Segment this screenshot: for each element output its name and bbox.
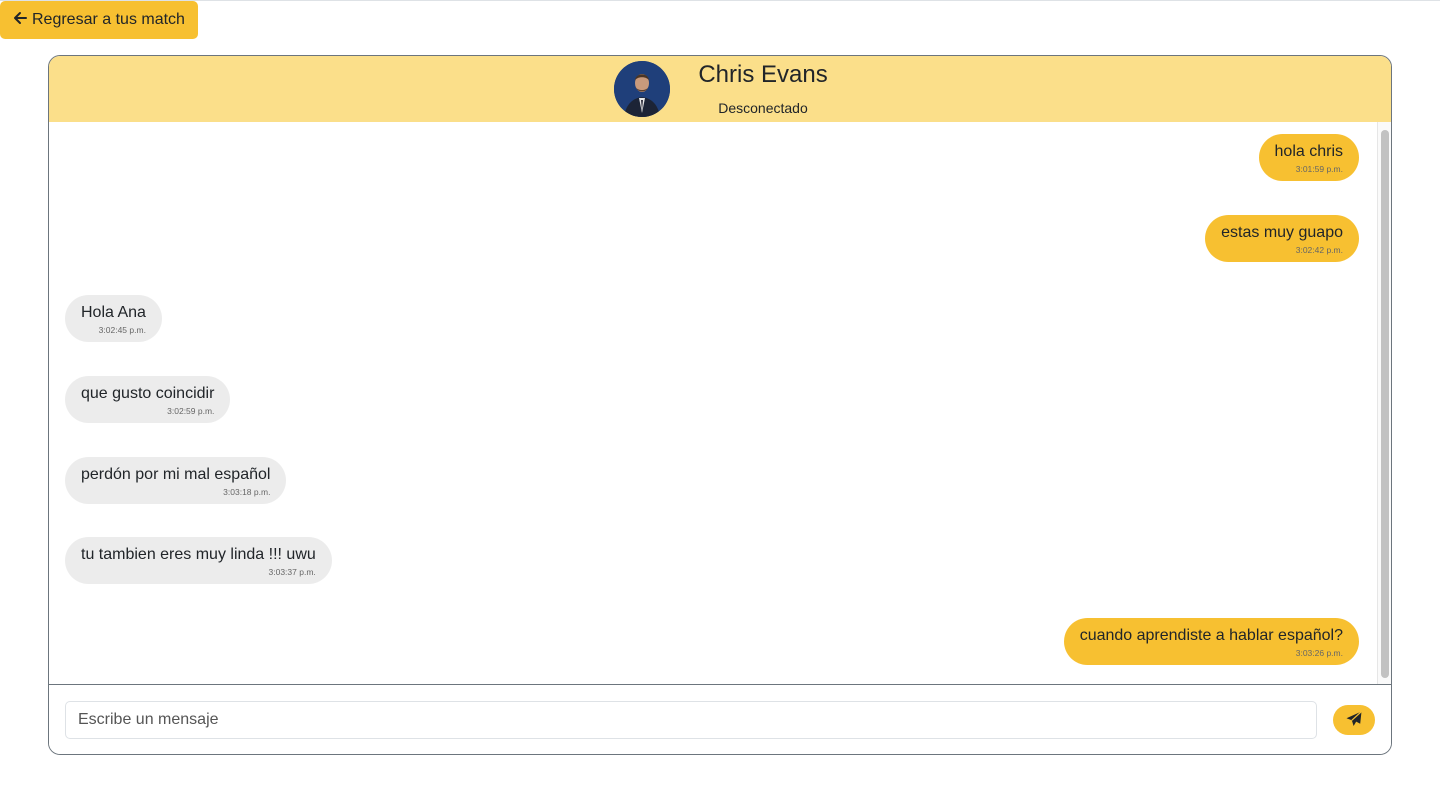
message-text: que gusto coincidir xyxy=(81,385,215,402)
message-time: 3:03:26 p.m. xyxy=(1295,648,1343,658)
message-bubble-sent: estas muy guapo 3:02:42 p.m. xyxy=(1205,215,1359,262)
message-bubble-received: que gusto coincidir 3:02:59 p.m. xyxy=(65,376,231,423)
message-scrollbar[interactable] xyxy=(1377,122,1391,684)
contact-name: Chris Evans xyxy=(698,61,828,88)
send-button[interactable] xyxy=(1333,705,1375,735)
message-text: hola chris xyxy=(1274,143,1343,160)
arrow-left-icon xyxy=(12,10,28,31)
message-bubble-sent: cuando aprendiste a hablar español? 3:03… xyxy=(1063,618,1359,665)
message-time: 3:01:59 p.m. xyxy=(1295,164,1343,174)
message-time: 3:02:42 p.m. xyxy=(1295,245,1343,255)
message-text: Hola Ana xyxy=(81,304,146,321)
back-button-label: Regresar a tus match xyxy=(32,11,185,28)
message-time: 3:02:59 p.m. xyxy=(167,406,215,416)
message-text: cuando aprendiste a hablar español? xyxy=(1079,627,1343,644)
chat-window: Chris Evans Desconectado hola chris 3:01… xyxy=(48,55,1392,755)
message-text: perdón por mi mal español xyxy=(81,466,271,483)
contact-status: Desconectado xyxy=(718,100,808,116)
message-input[interactable] xyxy=(65,701,1317,739)
message-list[interactable]: hola chris 3:01:59 p.m. estas muy guapo … xyxy=(49,122,1377,684)
message-text: tu tambien eres muy linda !!! uwu xyxy=(81,546,316,563)
scrollbar-thumb[interactable] xyxy=(1381,130,1389,678)
chat-header: Chris Evans Desconectado xyxy=(49,56,1391,122)
message-time: 3:03:18 p.m. xyxy=(223,487,271,497)
message-time: 3:03:37 p.m. xyxy=(268,567,316,577)
message-bubble-received: tu tambien eres muy linda !!! uwu 3:03:3… xyxy=(65,537,332,584)
back-to-matches-button[interactable]: Regresar a tus match xyxy=(0,1,198,39)
message-composer xyxy=(49,684,1391,754)
message-time: 3:02:45 p.m. xyxy=(98,325,146,335)
top-divider xyxy=(0,0,1440,1)
message-text: estas muy guapo xyxy=(1221,224,1343,241)
paper-plane-icon xyxy=(1345,710,1363,731)
message-bubble-received: perdón por mi mal español 3:03:18 p.m. xyxy=(65,457,287,504)
message-bubble-received: Hola Ana 3:02:45 p.m. xyxy=(65,295,162,342)
message-bubble-sent: hola chris 3:01:59 p.m. xyxy=(1258,134,1359,181)
